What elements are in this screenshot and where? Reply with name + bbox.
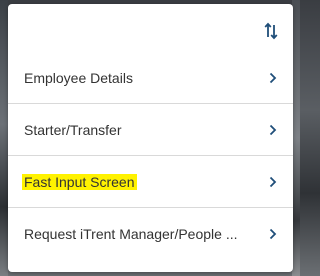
menu-item-label: Starter/Transfer [24, 121, 122, 138]
sort-arrows-icon [264, 22, 278, 40]
menu-panel: Employee Details Starter/Transfer Fast I… [8, 4, 293, 272]
menu-item-employee-details[interactable]: Employee Details [8, 52, 293, 104]
chevron-right-icon [267, 71, 279, 85]
background-left [0, 0, 8, 276]
panel-header [8, 4, 293, 52]
menu-item-label: Employee Details [24, 69, 133, 86]
chevron-right-icon [267, 123, 279, 137]
background-right [292, 0, 300, 276]
menu-item-request-itrent-manager[interactable]: Request iTrent Manager/People ... [8, 208, 293, 260]
chevron-right-icon [267, 175, 279, 189]
menu-item-label: Fast Input Screen [22, 173, 137, 190]
chevron-right-icon [267, 227, 279, 241]
menu-item-label: Request iTrent Manager/People ... [24, 226, 238, 242]
menu-item-fast-input-screen[interactable]: Fast Input Screen [8, 156, 293, 208]
menu-list: Employee Details Starter/Transfer Fast I… [8, 52, 293, 260]
menu-item-starter-transfer[interactable]: Starter/Transfer [8, 104, 293, 156]
sort-button[interactable] [261, 20, 281, 42]
